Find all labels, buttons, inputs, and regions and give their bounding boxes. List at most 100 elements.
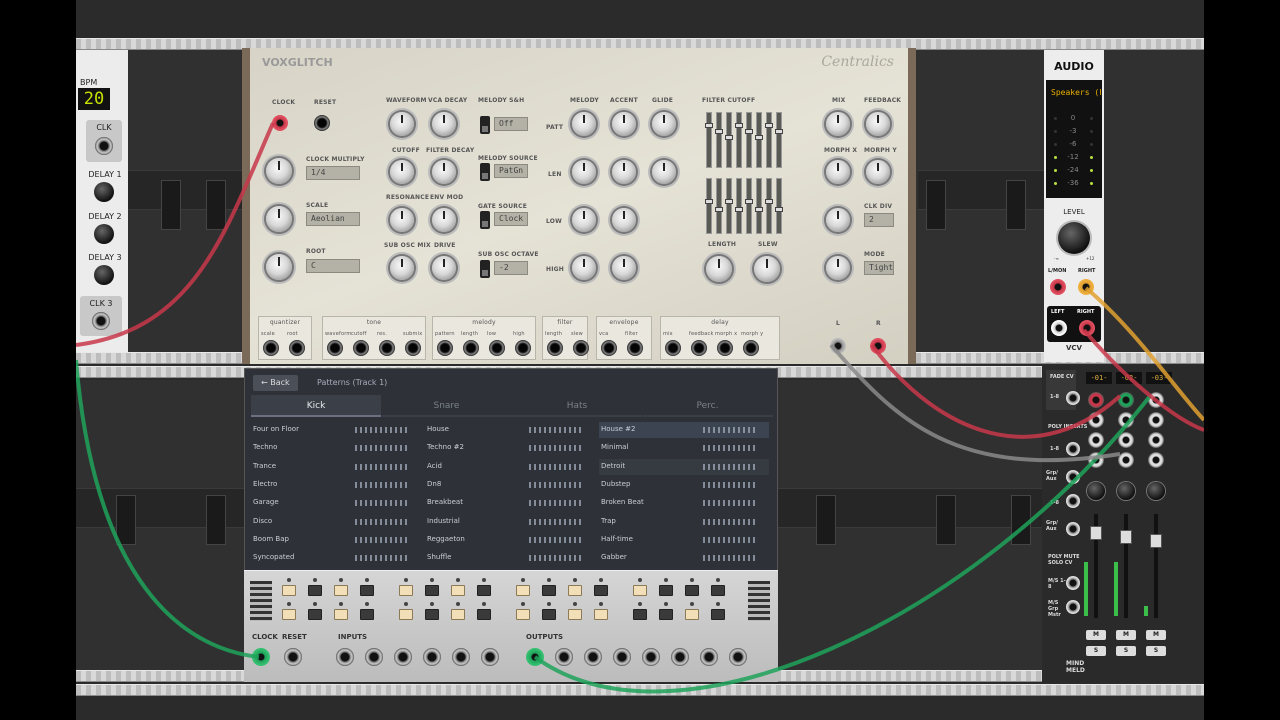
clk-jack[interactable] [95,137,113,155]
fader-handle[interactable] [1120,530,1132,544]
delay3-knob[interactable] [94,265,114,285]
output-jack[interactable] [729,648,747,666]
filter-decay-knob[interactable] [432,160,456,184]
pattern-item[interactable]: Trap [599,514,769,530]
track-jack[interactable] [1118,452,1134,468]
output-jack[interactable] [555,648,573,666]
delay1-knob[interactable] [94,182,114,202]
pan-knob[interactable] [1087,482,1105,500]
cv-input-jack[interactable] [463,340,479,356]
melody-sh-switch[interactable] [480,116,490,134]
filter-cutoff-slider[interactable] [765,178,773,234]
pan-knob[interactable] [1117,482,1135,500]
clock-jack[interactable] [272,115,288,131]
bpm-display[interactable]: 20 [78,88,110,110]
filter-cutoff-slider[interactable] [775,178,783,234]
pattern-item[interactable]: Breakbeat [425,495,595,511]
output-jack[interactable] [671,648,689,666]
vca-decay-knob[interactable] [432,112,456,136]
len-melody-knob[interactable] [572,160,596,184]
cv-input-jack[interactable] [573,340,589,356]
slew-knob[interactable] [754,256,780,282]
solo-button[interactable]: S [1116,646,1136,656]
filter-cutoff-slider[interactable] [765,112,773,168]
level-knob[interactable] [1058,222,1090,254]
morph-y-knob[interactable] [866,160,890,184]
step-button[interactable] [685,609,699,620]
filter-cutoff-slider[interactable] [775,112,783,168]
input-jack[interactable] [394,648,412,666]
pattern-item[interactable]: Garage [251,495,421,511]
cv-input-jack[interactable] [489,340,505,356]
step-button[interactable] [594,585,608,596]
step-button[interactable] [425,585,439,596]
step-button[interactable] [594,609,608,620]
output-jack[interactable] [642,648,660,666]
clk-div-knob[interactable] [826,208,850,232]
output-jack[interactable] [700,648,718,666]
solo-button[interactable]: S [1086,646,1106,656]
step-button[interactable] [308,609,322,620]
mode-knob[interactable] [826,256,850,280]
feedback-knob[interactable] [866,112,890,136]
mute-button[interactable]: M [1146,630,1166,640]
pattern-item[interactable]: Disco [251,514,421,530]
step-button[interactable] [425,609,439,620]
reset-in-jack[interactable] [284,648,302,666]
lmon-jack[interactable] [1050,279,1066,295]
fader-handle[interactable] [1090,526,1102,540]
step-button[interactable] [282,585,296,596]
mixer-input-jack[interactable] [1066,442,1080,456]
tab-snare[interactable]: Snare [381,395,512,417]
root-knob[interactable] [266,254,292,280]
pattern-item[interactable]: Trance [251,459,421,475]
gate-source-switch[interactable] [480,211,490,229]
track-jack[interactable] [1148,392,1164,408]
patt-melody-knob[interactable] [572,112,596,136]
mixer-input-jack[interactable] [1066,470,1080,484]
scale-knob[interactable] [266,206,292,232]
step-button[interactable] [477,609,491,620]
step-button[interactable] [451,585,465,596]
filter-cutoff-slider[interactable] [735,178,743,234]
mixer-input-jack[interactable] [1066,522,1080,536]
step-button[interactable] [542,585,556,596]
clock-in-jack[interactable] [252,648,270,666]
step-button[interactable] [477,585,491,596]
output-jack[interactable] [613,648,631,666]
step-button[interactable] [633,609,647,620]
tab-hats[interactable]: Hats [512,395,642,417]
step-button[interactable] [516,609,530,620]
high-accent-knob[interactable] [612,256,636,280]
step-button[interactable] [360,585,374,596]
sub-osc-mix-knob[interactable] [390,256,414,280]
patt-glide-knob[interactable] [652,112,676,136]
cv-input-jack[interactable] [717,340,733,356]
pattern-item[interactable]: Techno [251,440,421,456]
pattern-item[interactable]: Syncopated [251,550,421,566]
filter-cutoff-slider[interactable] [745,112,753,168]
mixer-input-jack[interactable] [1066,576,1080,590]
step-button[interactable] [711,609,725,620]
step-button[interactable] [542,609,556,620]
tab-kick[interactable]: Kick [251,395,381,417]
cv-input-jack[interactable] [263,340,279,356]
pattern-item[interactable]: Gabber [599,550,769,566]
pattern-item[interactable]: Shuffle [425,550,595,566]
tab-perc[interactable]: Perc. [642,395,773,417]
pan-knob[interactable] [1147,482,1165,500]
mute-button[interactable]: M [1116,630,1136,640]
filter-cutoff-slider[interactable] [715,112,723,168]
step-button[interactable] [334,609,348,620]
cv-input-jack[interactable] [515,340,531,356]
cv-input-jack[interactable] [327,340,343,356]
step-button[interactable] [399,585,413,596]
morph-x-knob[interactable] [826,160,850,184]
pattern-item[interactable]: Acid [425,459,595,475]
left-out-jack[interactable] [1051,320,1067,336]
filter-cutoff-slider[interactable] [755,112,763,168]
step-button[interactable] [659,585,673,596]
clock-multiply-knob[interactable] [266,158,292,184]
out-l-jack[interactable] [830,338,846,354]
sub-osc-octave-switch[interactable] [480,260,490,278]
